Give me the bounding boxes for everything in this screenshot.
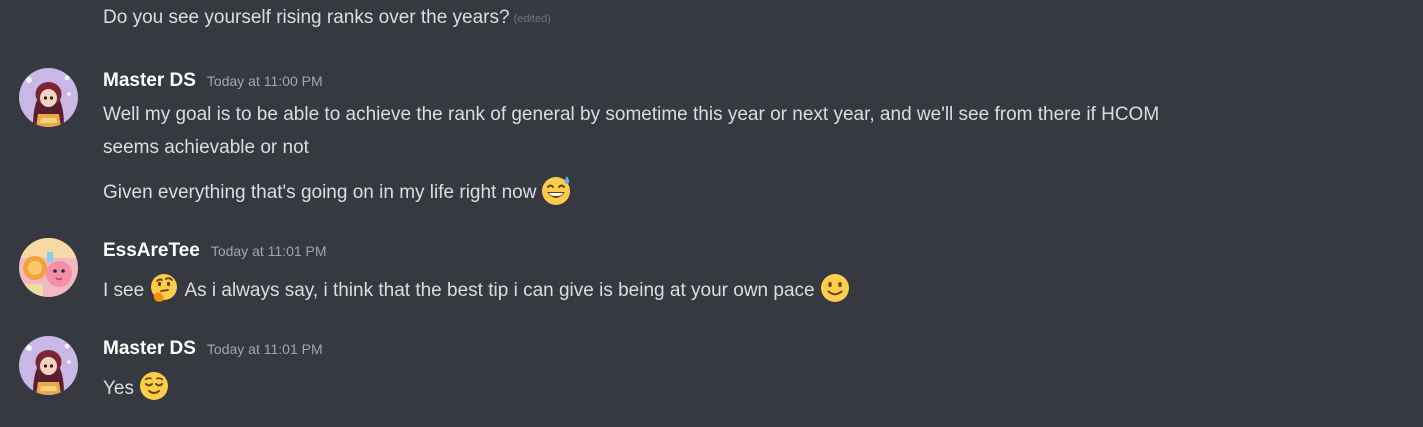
message-header: Master DS Today at 11:00 PM [103,70,323,96]
message-content: I see [103,280,145,301]
message-content: As i always say, i think that the best t… [184,280,815,301]
relieved-emoji[interactable] [138,370,170,402]
message-text: I see As i always say, i think that the … [103,272,851,304]
message-text: seems achievable or not [103,137,309,158]
message-text: Well my goal is to be able to achieve th… [103,104,1160,125]
avatar[interactable] [19,238,78,297]
avatar-master-ds-image [19,68,78,127]
edited-label: (edited) [513,13,551,25]
grinning-sweat-emoji[interactable] [540,174,572,206]
message-content: Given everything that's going on in my l… [103,182,537,203]
username[interactable]: Master DS [103,338,196,360]
slight-smile-emoji[interactable] [819,272,851,304]
timestamp[interactable]: Today at 11:01 PM [207,341,323,357]
message-text: Yes [103,370,170,402]
username[interactable]: EssAreTee [103,240,200,262]
avatar-master-ds-image [19,336,78,395]
message-header: Master DS Today at 11:01 PM [103,338,323,364]
avatar-essaretee-image [19,238,78,297]
timestamp[interactable]: Today at 11:00 PM [207,73,323,89]
message-text: Do you see yourself rising ranks over th… [103,5,551,32]
avatar[interactable] [19,68,78,127]
avatar[interactable] [19,336,78,395]
message-content: Yes [103,378,134,399]
timestamp[interactable]: Today at 11:01 PM [211,243,327,259]
message-text: Given everything that's going on in my l… [103,174,572,206]
thinking-emoji[interactable] [148,272,180,304]
message-header: EssAreTee Today at 11:01 PM [103,240,327,266]
message-content: Do you see yourself rising ranks over th… [103,7,510,28]
username[interactable]: Master DS [103,70,196,92]
